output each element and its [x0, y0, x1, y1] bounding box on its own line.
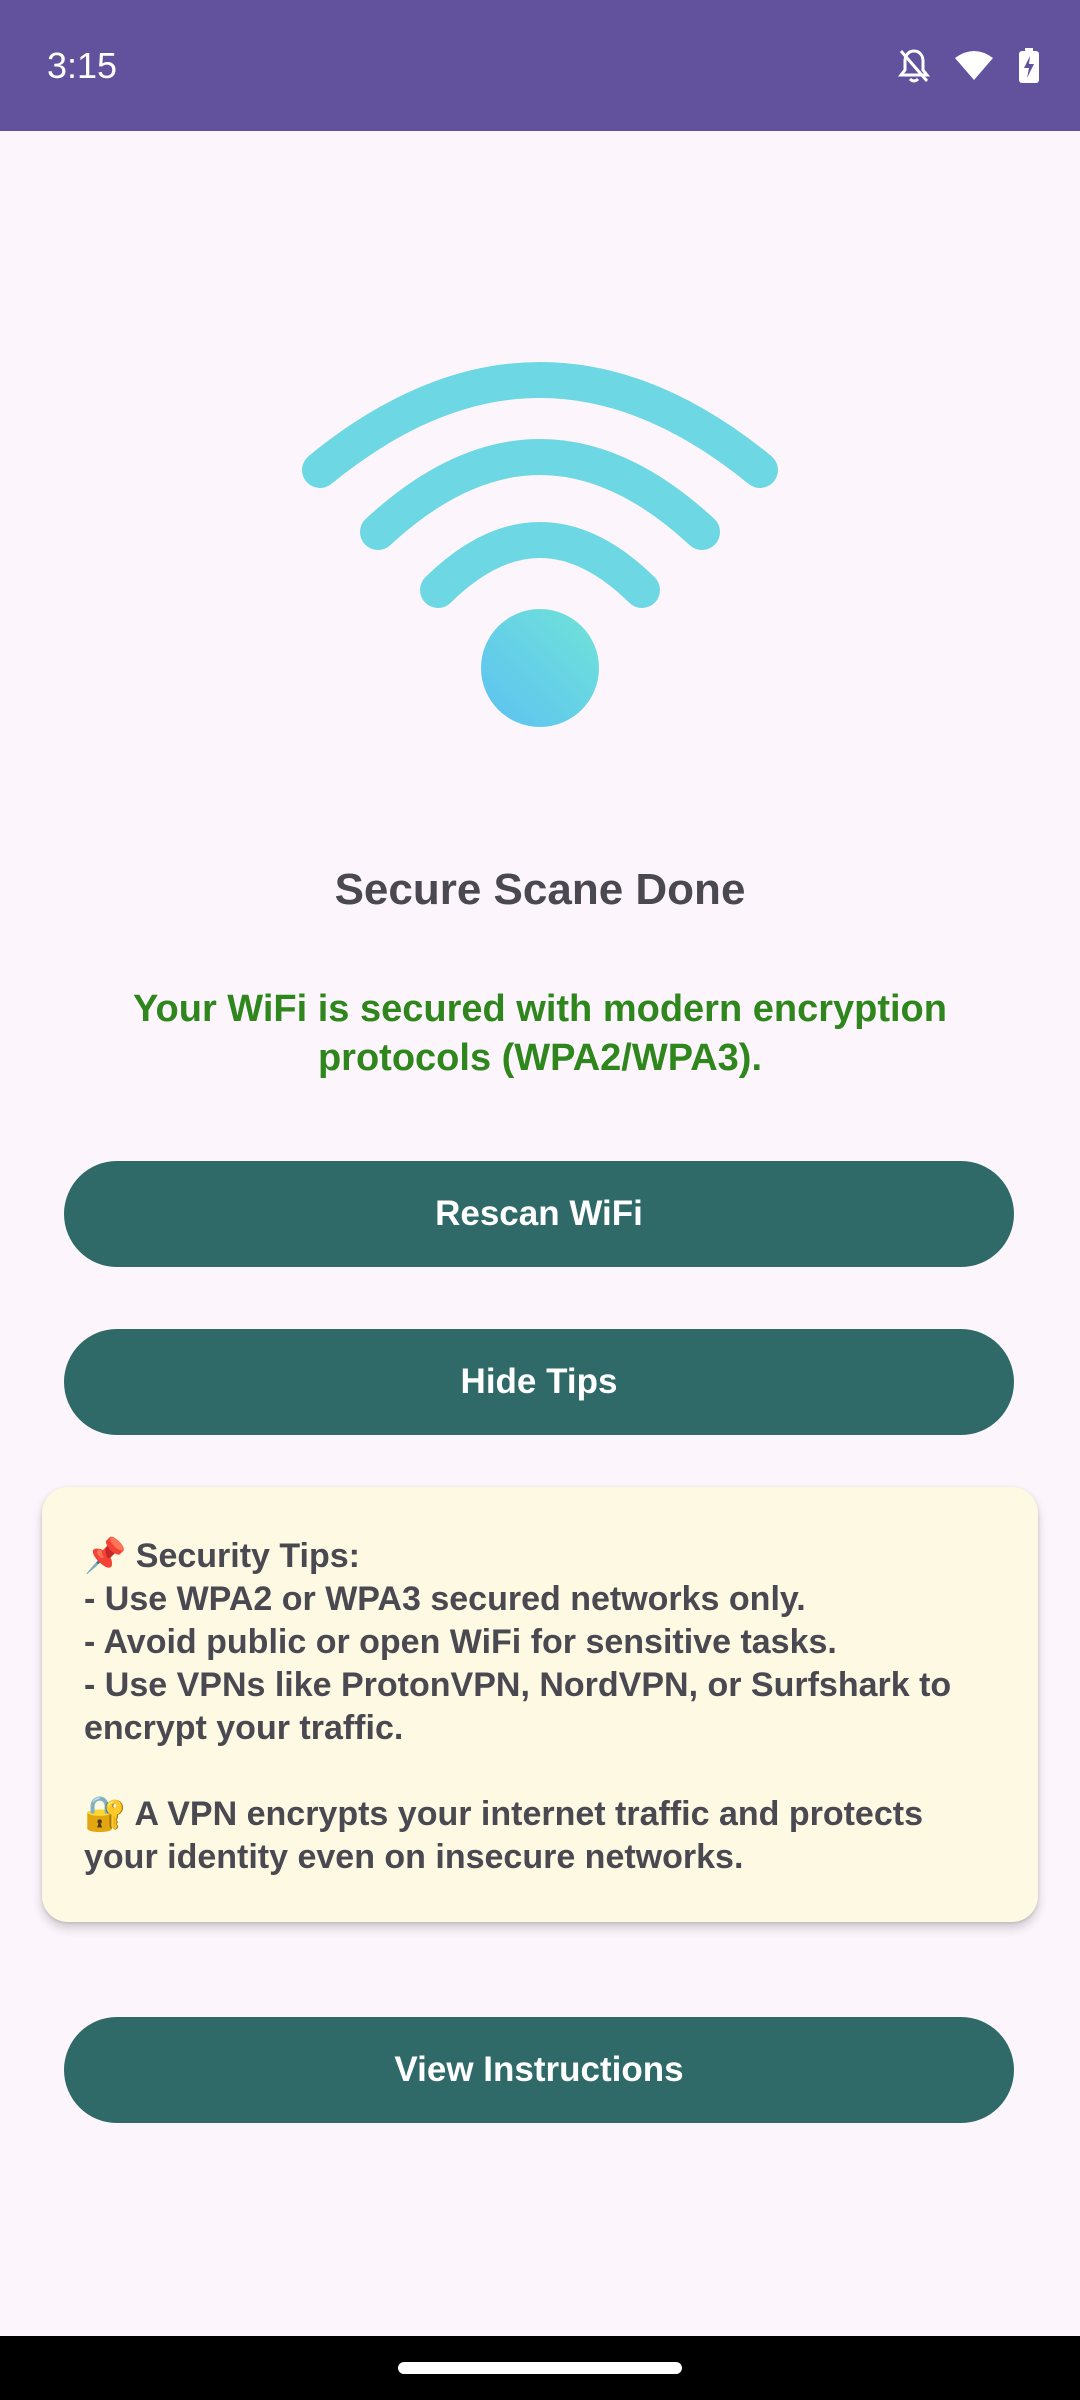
wifi-arc-middle [360, 439, 720, 550]
tips-spacer [84, 1750, 998, 1793]
view-instructions-button[interactable]: View Instructions [64, 2017, 1014, 2123]
tip-item: - Avoid public or open WiFi for sensitiv… [84, 1623, 837, 1661]
wifi-dot [481, 609, 599, 727]
status-icons [898, 44, 1040, 88]
hide-tips-button[interactable]: Hide Tips [64, 1329, 1014, 1435]
tip-item: - Use WPA2 or WPA3 secured networks only… [84, 1580, 806, 1618]
status-bar: 3:15 [0, 0, 1080, 131]
notifications-off-icon [898, 48, 930, 84]
home-gesture-handle[interactable] [398, 2362, 682, 2374]
scan-result-title: Secure Scane Done [334, 865, 746, 914]
scan-result-message: Your WiFi is secured with modern encrypt… [133, 988, 947, 1079]
security-tips-card: 📌 Security Tips: - Use WPA2 or WPA3 secu… [42, 1487, 1038, 1922]
rescan-wifi-button[interactable]: Rescan WiFi [64, 1161, 1014, 1267]
wifi-signal-icon [290, 350, 790, 750]
tip-item: - Use VPNs like ProtonVPN, NordVPN, or S… [84, 1666, 952, 1747]
app-screen: 3:15 Secure Scane Done Your WiFi is secu… [0, 0, 1080, 2400]
tips-heading: 📌 Security Tips: [84, 1537, 361, 1575]
wifi-arc-inner [420, 522, 660, 608]
vpn-note: 🔐 A VPN encrypts your internet traffic a… [84, 1795, 923, 1876]
wifi-icon [954, 50, 994, 82]
status-time: 3:15 [47, 45, 118, 86]
battery-charging-icon [1018, 48, 1040, 84]
